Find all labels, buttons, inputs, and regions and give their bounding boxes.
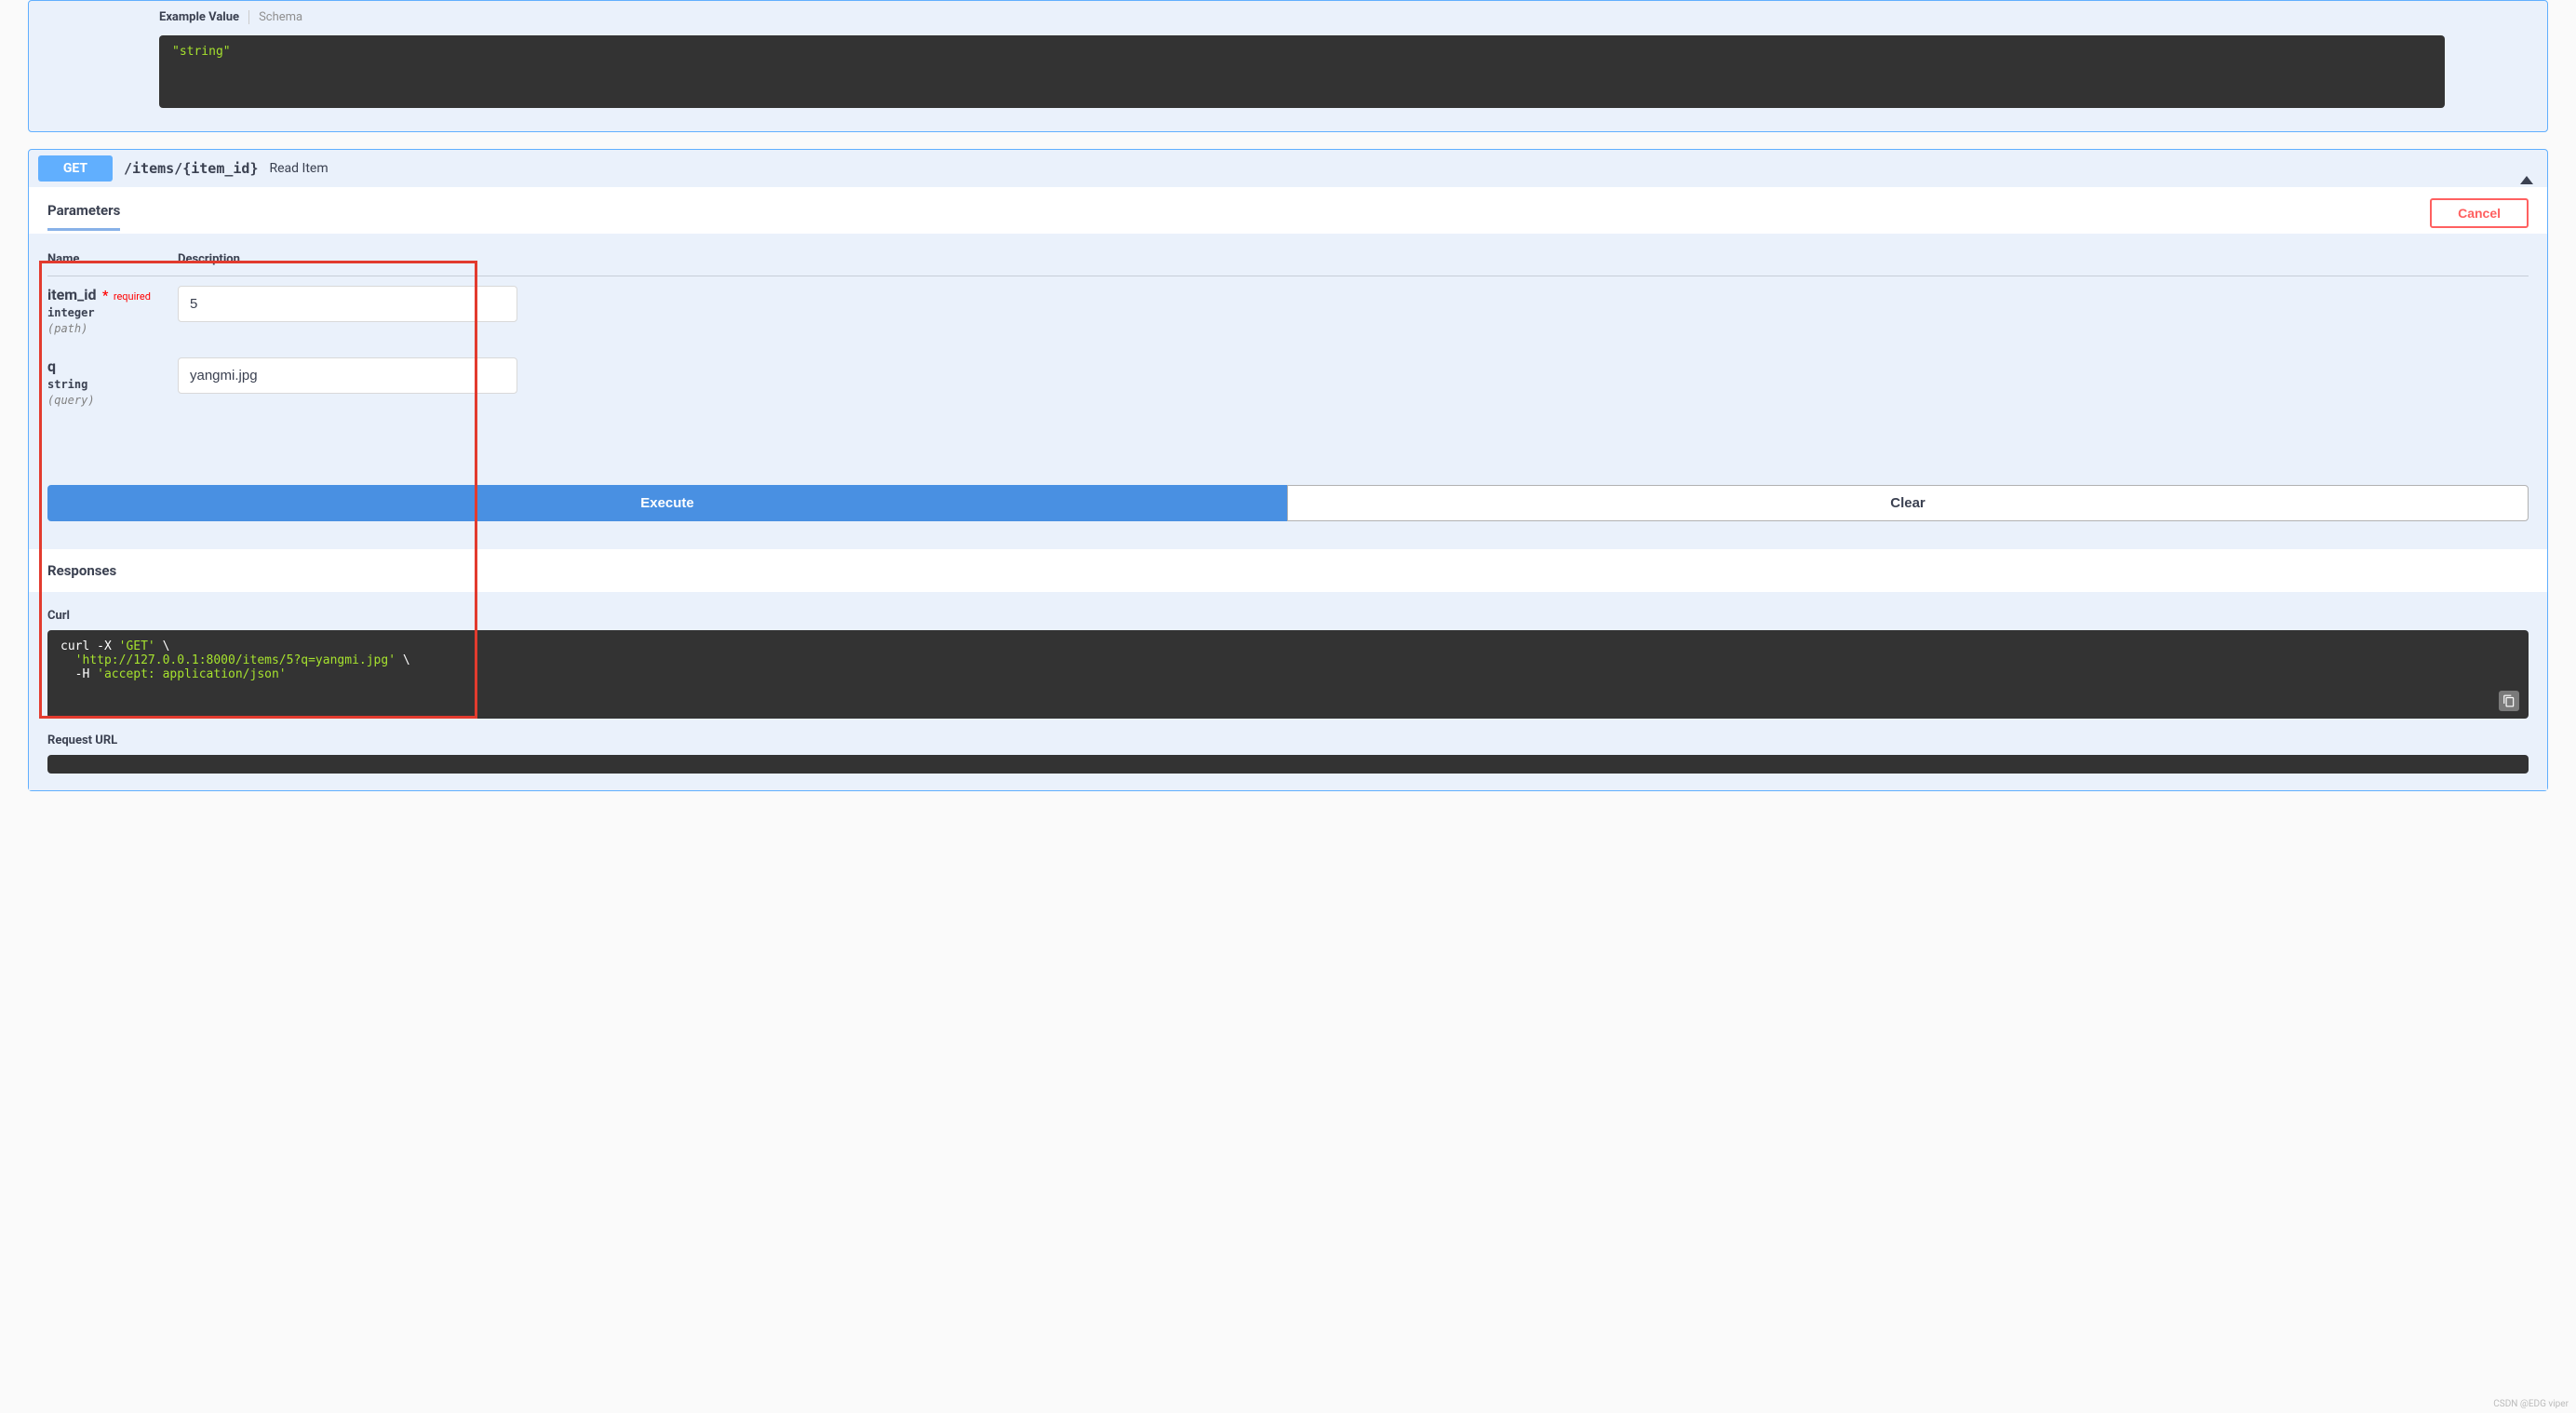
example-code-text: "string"	[172, 45, 231, 59]
http-method-badge: GET	[38, 155, 113, 182]
parameter-row-item-id: item_id * required integer (path)	[47, 286, 2529, 335]
cancel-button[interactable]: Cancel	[2430, 198, 2529, 228]
param-location: (path)	[47, 322, 178, 335]
response-example-panel: Example Value Schema "string"	[28, 0, 2548, 132]
schema-tab[interactable]: Schema	[249, 10, 302, 24]
example-value-tab[interactable]: Example Value	[159, 10, 249, 24]
required-label: required	[114, 290, 151, 303]
endpoint-path: /items/{item_id}	[124, 160, 259, 177]
endpoint-block: GET /items/{item_id} Read Item Parameter…	[28, 149, 2548, 791]
param-location: (query)	[47, 394, 178, 407]
parameter-row-q: q string (query)	[47, 357, 2529, 407]
parameters-tab[interactable]: Parameters	[47, 202, 120, 231]
collapse-icon[interactable]	[2520, 161, 2538, 176]
watermark: CSDN @EDG viper	[2493, 1399, 2569, 1409]
required-star-icon: *	[102, 289, 108, 303]
request-url-box	[47, 755, 2529, 774]
request-url-label: Request URL	[47, 733, 2529, 747]
execute-button[interactable]: Execute	[47, 485, 1287, 521]
copy-icon[interactable]	[2499, 691, 2519, 711]
curl-code-box: curl -X 'GET' \ 'http://127.0.0.1:8000/i…	[47, 630, 2529, 719]
q-input[interactable]	[178, 357, 517, 394]
param-name: item_id	[47, 286, 97, 303]
column-header-name: Name	[47, 252, 178, 266]
item-id-input[interactable]	[178, 286, 517, 322]
curl-label: Curl	[47, 609, 2529, 623]
param-type: integer	[47, 306, 178, 319]
clear-button[interactable]: Clear	[1287, 485, 2529, 521]
endpoint-header[interactable]: GET /items/{item_id} Read Item	[29, 150, 2547, 187]
responses-title: Responses	[47, 562, 2529, 579]
example-code-box: "string"	[159, 35, 2445, 108]
column-header-description: Description	[178, 252, 240, 266]
param-type: string	[47, 378, 178, 391]
param-name: q	[47, 357, 56, 375]
endpoint-summary: Read Item	[270, 161, 329, 176]
